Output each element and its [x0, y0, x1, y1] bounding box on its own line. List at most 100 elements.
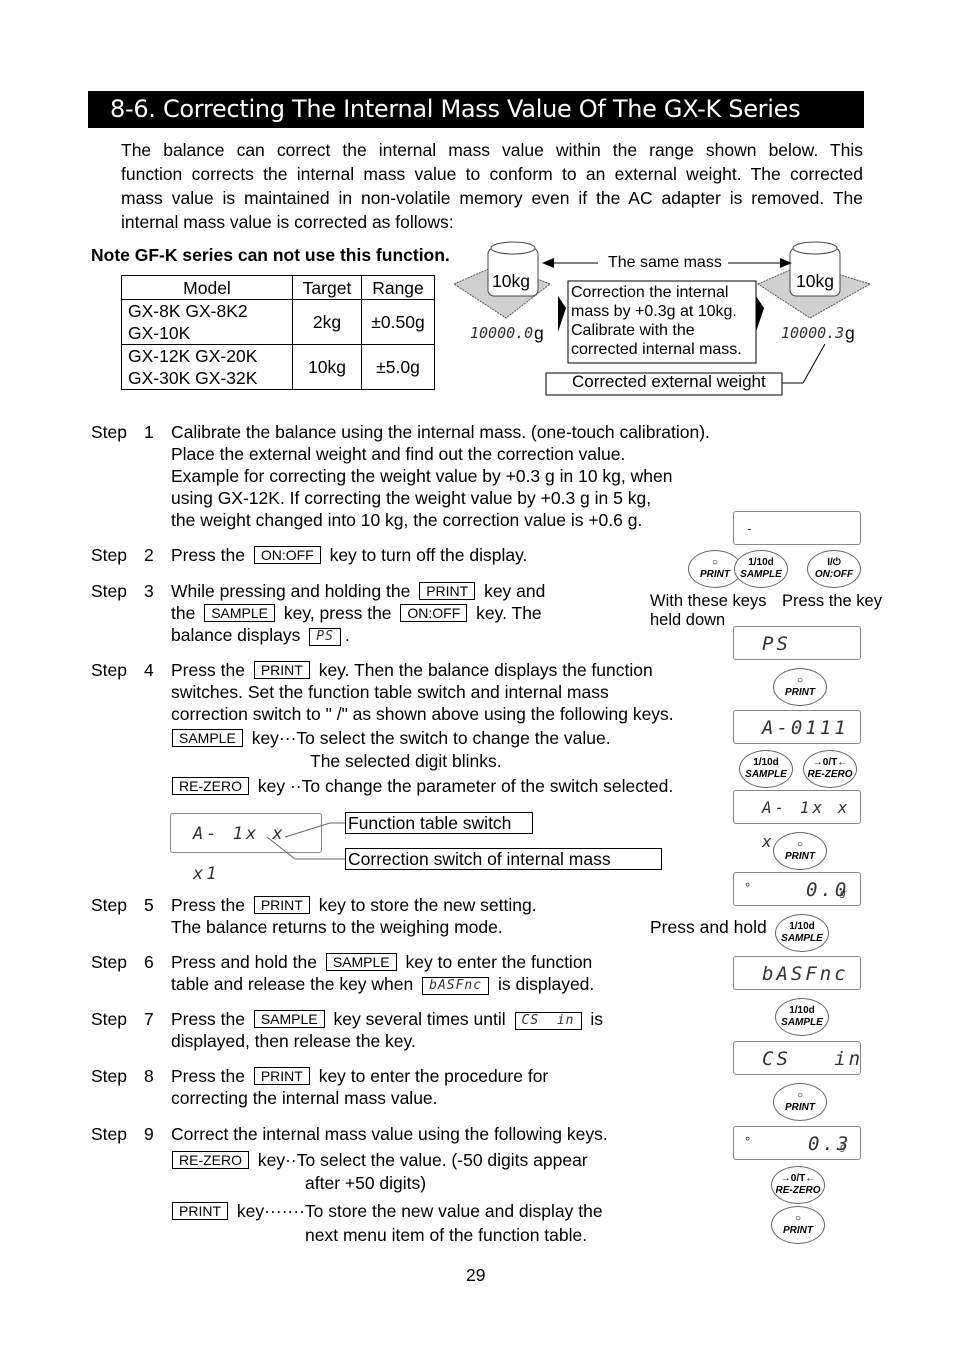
callout-correction-switch: Correction switch of internal mass [345, 848, 662, 870]
lcd-correction: ° 0.3 g [733, 1126, 861, 1160]
button-sublabel: 1/10d [748, 557, 774, 568]
button-label: RE-ZERO [807, 769, 853, 780]
print-key: PRINT [253, 661, 310, 679]
print-icon: ○ [796, 675, 804, 686]
button-label: SAMPLE [745, 769, 787, 780]
step-text: RE-ZERO key ··To change the parameter of… [168, 775, 673, 797]
print-key: PRINT [419, 582, 476, 600]
arrow-left-icon [542, 258, 554, 268]
step-text: PRINT key·······To store the new value a… [168, 1200, 603, 1222]
step-text: balance displays PS. [171, 624, 350, 646]
model-line: GX-8K GX-8K2 [128, 301, 248, 321]
button-label: SAMPLE [781, 933, 823, 944]
step-text: The selected digit blinks. [310, 751, 502, 771]
print-key: PRINT [253, 896, 310, 914]
step-number: 9 [144, 1124, 154, 1144]
sample-button-illustration: 1/10d SAMPLE [775, 914, 829, 952]
lcd-zero: ° 0.0 g [733, 872, 861, 906]
same-mass-label: The same mass [608, 254, 722, 271]
flow-arrow-icon [558, 296, 566, 332]
tare-icon: →0/T← [812, 757, 848, 768]
step-text: next menu item of the function table. [305, 1225, 588, 1245]
print-button-illustration: ○ PRINT [773, 1083, 827, 1121]
step-number: 8 [144, 1066, 154, 1086]
display-csin: CS in [514, 1012, 582, 1030]
button-label: PRINT [785, 851, 815, 862]
page-number: 29 [466, 1265, 486, 1285]
sample-key: SAMPLE [253, 1010, 325, 1028]
range-cell: ±0.50g [361, 299, 435, 345]
text: Press the [171, 545, 245, 565]
print-key: PRINT [253, 1067, 310, 1085]
text: key to enter the procedure for [318, 1066, 549, 1086]
step-text: the SAMPLE key, press the ON:OFF key. Th… [171, 602, 542, 624]
lcd-text: bASFnc [762, 963, 849, 985]
step-text: displayed, then release the key. [171, 1031, 416, 1051]
table-row: GX-12K GX-20K GX-30K GX-32K 10kg ±5.0g [121, 344, 435, 390]
model-line: GX-12K GX-20K [128, 346, 258, 366]
tare-icon: →0/T← [780, 1173, 816, 1184]
text: key·······To store the new value and dis… [236, 1201, 603, 1221]
text: Press the [171, 660, 245, 680]
button-label: ON:OFF [814, 569, 854, 580]
lcd-basfnc: bASFnc [733, 956, 861, 990]
power-icon: I/⏻ [827, 557, 841, 568]
sample-button-illustration: 1/10d SAMPLE [734, 550, 788, 588]
button-label: SAMPLE [781, 1017, 823, 1028]
correction-line: Calibrate with the [571, 322, 695, 339]
section-title: 8-6. Correcting The Internal Mass Value … [88, 91, 864, 128]
header-target: Target [292, 275, 362, 300]
rezero-button-illustration: →0/T← RE-ZERO [803, 750, 857, 788]
step-text: While pressing and holding the PRINT key… [171, 580, 545, 602]
step-label: Step [91, 952, 127, 972]
step-number: 5 [144, 895, 154, 915]
step-number: 7 [144, 1009, 154, 1029]
model-line: GX-30K GX-32K [128, 368, 258, 388]
model-line: GX-10K [128, 323, 191, 343]
text: key. Then the balance displays the funct… [318, 660, 653, 680]
lcd-csin: CS in [733, 1041, 861, 1075]
step-text: Press the PRINT key to store the new set… [171, 894, 537, 916]
model-cell: GX-8K GX-8K2 GX-10K [121, 299, 293, 345]
text: is displayed. [497, 974, 595, 994]
correction-line: corrected internal mass. [571, 341, 742, 358]
step-number: 1 [144, 422, 154, 442]
lcd-unit: g [840, 888, 847, 899]
step-label: Step [91, 422, 127, 442]
lcd-off: - [733, 511, 861, 545]
step-text: Press the PRINT key to enter the procedu… [171, 1065, 548, 1087]
step-number: 3 [144, 581, 154, 601]
text: With these keys [650, 592, 767, 610]
lcd-text: PS [762, 633, 791, 655]
text: key. The [476, 603, 542, 623]
intro-line: internal mass value is corrected as foll… [121, 212, 454, 232]
step-text: after +50 digits) [305, 1173, 427, 1193]
button-label: PRINT [700, 569, 730, 580]
correction-line: Correction the internal [571, 284, 729, 301]
stable-dot-icon: ° [744, 1135, 752, 1149]
step-text: The balance returns to the weighing mode… [171, 917, 503, 937]
lcd-a1xxx: A- 1x x x 1 [733, 790, 861, 851]
step-text: Press the PRINT key. Then the balance di… [171, 659, 653, 681]
stable-dot-icon: ° [744, 881, 752, 895]
text: Press the [171, 895, 245, 915]
print-icon: ○ [796, 1090, 804, 1101]
corrected-label: Corrected external weight [572, 372, 766, 391]
step-text: Example for correcting the weight value … [171, 466, 673, 486]
step-text: switches. Set the function table switch … [171, 682, 609, 702]
step-text: RE-ZERO key··To select the value. (-50 d… [168, 1149, 588, 1171]
step-text: Correct the internal mass value using th… [171, 1124, 608, 1144]
text: balance displays [171, 625, 301, 645]
model-cell: GX-12K GX-20K GX-30K GX-32K [121, 344, 293, 390]
step-text: using GX-12K. If correcting the weight v… [171, 488, 652, 508]
step-text: SAMPLE key···To select the switch to cha… [168, 727, 611, 749]
intro-line: function corrects the internal mass valu… [121, 164, 863, 184]
text: key ··To change the parameter of the swi… [257, 776, 674, 796]
text: . [344, 625, 350, 645]
note: Note GF-K series can not use this functi… [91, 245, 450, 265]
text: key to store the new setting. [318, 895, 537, 915]
text: is [590, 1009, 604, 1029]
press-hold-label: Press and hold [650, 917, 767, 937]
reading-left: 10000.0 [470, 324, 534, 342]
range-cell: ±5.0g [361, 344, 435, 390]
